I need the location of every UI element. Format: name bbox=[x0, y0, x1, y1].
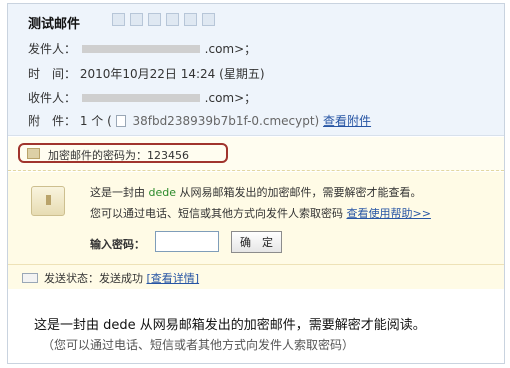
file-icon bbox=[115, 115, 126, 127]
lock-icon bbox=[27, 148, 40, 159]
compose-icon[interactable] bbox=[148, 13, 161, 26]
notice-prefix: 这是一封由 bbox=[90, 186, 145, 199]
from-suffix: .com>； bbox=[204, 42, 257, 56]
top-icon[interactable] bbox=[184, 13, 197, 26]
password-hint-text: 加密邮件的密码为：123456 bbox=[48, 149, 189, 162]
from-label: 发件人： bbox=[28, 42, 77, 56]
print-icon[interactable] bbox=[166, 13, 179, 26]
attachment-filename[interactable]: 38fbd238939b7b1f-0.cmecypt) bbox=[132, 114, 319, 128]
mail-body-line1: 这是一封由 dede 从网易邮箱发出的加密邮件，需要解密才能阅读。 bbox=[34, 318, 426, 333]
attachment-row: 附 件： 1 个 ( 38fbd238939b7b1f-0.cmecypt) 查… bbox=[28, 112, 371, 129]
password-hint-band: 加密邮件的密码为：123456 bbox=[8, 137, 504, 171]
password-input[interactable] bbox=[155, 231, 219, 252]
to-row: 收件人： .com>； bbox=[28, 89, 256, 106]
flag-icon[interactable] bbox=[112, 13, 125, 26]
encrypted-notice: 这是一封由 dede 从网易邮箱发出的加密邮件，需要解密才能查看。 bbox=[90, 184, 422, 200]
mail-icon bbox=[22, 273, 38, 283]
time-row: 时 间： 2010年10月22日 14:24 (星期五) bbox=[28, 65, 265, 82]
view-details-link[interactable]: [查看详情] bbox=[147, 272, 200, 285]
mail-subject: 测试邮件 bbox=[28, 17, 81, 32]
send-status: 发送状态：发送成功 [查看详情] bbox=[44, 270, 199, 286]
collapse-icon[interactable] bbox=[202, 13, 215, 26]
mail-view: 测试邮件 发件人： .com>； 时 间： 2010年10月22日 14:24 … bbox=[7, 3, 505, 364]
notice-suffix: 从网易邮箱发出的加密邮件，需要解密才能查看。 bbox=[179, 186, 422, 199]
time-value: 2010年10月22日 14:24 (星期五) bbox=[79, 67, 265, 81]
password-label: 输入密码： bbox=[90, 238, 145, 251]
send-status-bar: 发送状态：发送成功 [查看详情] bbox=[8, 264, 504, 289]
instructions-text: 您可以通过电话、短信或其他方式向发件人索取密码 bbox=[90, 207, 343, 220]
time-label: 时 间： bbox=[28, 67, 77, 81]
to-address-blurred bbox=[81, 93, 200, 102]
password-hint: 加密邮件的密码为：123456 bbox=[18, 143, 228, 163]
forward-icon[interactable] bbox=[130, 13, 143, 26]
sender-name: dede bbox=[148, 186, 177, 199]
toolbar bbox=[112, 13, 215, 26]
from-address-blurred bbox=[81, 44, 200, 53]
attachment-count: 1 个 ( bbox=[79, 114, 112, 128]
help-link[interactable]: 查看使用帮助>> bbox=[347, 207, 431, 220]
send-status-label: 发送状态：发送成功 bbox=[44, 272, 143, 285]
mail-body-line2: （您可以通过电话、短信或者其他方式向发件人索取密码） bbox=[42, 338, 355, 352]
mail-header: 测试邮件 发件人： .com>； 时 间： 2010年10月22日 14:24 … bbox=[8, 4, 504, 136]
encrypted-lock-icon bbox=[31, 186, 65, 216]
confirm-button[interactable]: 确 定 bbox=[231, 231, 282, 253]
to-suffix: .com>； bbox=[204, 91, 257, 105]
to-label: 收件人： bbox=[28, 91, 77, 105]
password-instructions: 您可以通过电话、短信或其他方式向发件人索取密码 查看使用帮助>> bbox=[90, 205, 431, 221]
encrypted-mail-box: 这是一封由 dede 从网易邮箱发出的加密邮件，需要解密才能查看。 您可以通过电… bbox=[8, 172, 504, 264]
view-attachment-link[interactable]: 查看附件 bbox=[323, 114, 371, 128]
attachment-label: 附 件： bbox=[28, 114, 77, 128]
from-row: 发件人： .com>； bbox=[28, 40, 256, 57]
